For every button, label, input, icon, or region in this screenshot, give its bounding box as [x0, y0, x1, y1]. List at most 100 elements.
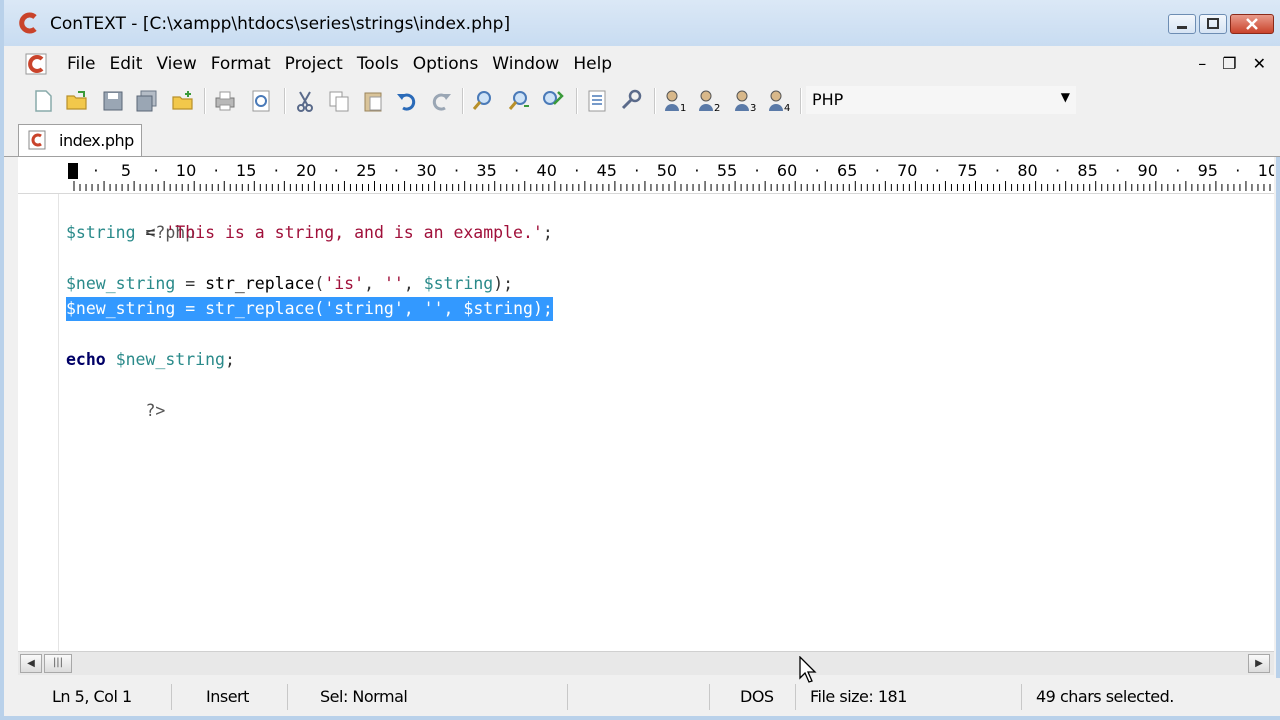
grip-icon: ||| [52, 657, 64, 668]
code-string: 'string' [324, 299, 404, 318]
arrow-right-icon: ▶ [1255, 658, 1263, 669]
minimize-icon [1177, 26, 1187, 29]
doc-close-button[interactable]: ✕ [1253, 54, 1266, 73]
find-icon[interactable] [470, 88, 496, 114]
ruler-label: 15 [236, 161, 257, 180]
ruler-dot: · [1055, 161, 1061, 180]
code-function: str_replace [205, 299, 315, 318]
open-file-icon[interactable] [64, 88, 90, 114]
menu-format[interactable]: Format [204, 52, 278, 76]
ruler-dot: · [574, 161, 580, 180]
ruler-dot: · [514, 161, 520, 180]
user-exec-2-icon[interactable]: 2 [696, 88, 722, 114]
ruler-dot: · [93, 161, 99, 180]
menu-view[interactable]: View [149, 52, 203, 76]
copy-icon[interactable] [326, 88, 352, 114]
ruler-dot: · [213, 161, 219, 180]
redo-icon[interactable] [428, 88, 454, 114]
code-string: '' [383, 273, 404, 293]
highlighter-select-value: PHP [812, 90, 844, 109]
ruler-label: 90 [1137, 161, 1158, 180]
ruler-label: 5 [120, 161, 132, 180]
ruler-cursor-marker [68, 163, 78, 179]
code-operator: = [135, 222, 166, 242]
maximize-button[interactable] [1199, 14, 1227, 34]
tools-icon[interactable] [618, 88, 644, 114]
user-exec-3-icon[interactable]: 3 [732, 88, 758, 114]
code-variable: $new_string [115, 350, 225, 369]
code-function: str_replace [205, 273, 315, 293]
highlighter-select[interactable]: PHP ▼ [806, 86, 1076, 114]
code-line-8: ?> [66, 373, 1266, 420]
close-button[interactable] [1230, 14, 1274, 34]
scroll-left-button[interactable]: ◀ [20, 654, 42, 673]
toolbar-separator [654, 88, 656, 114]
menu-tools[interactable]: Tools [350, 52, 406, 76]
print-icon[interactable] [212, 88, 238, 114]
ruler-dot: · [393, 161, 399, 180]
new-file-icon[interactable] [30, 88, 56, 114]
doc-restore-button[interactable]: ❐ [1222, 54, 1236, 73]
code-punctuation: ( [314, 299, 325, 318]
code-operator: = [175, 299, 206, 318]
code-line-5: $new_string = str_replace('string', '', … [66, 296, 1266, 322]
menu-edit[interactable]: Edit [102, 52, 149, 76]
file-list-icon[interactable] [584, 88, 610, 114]
code-variable: $new_string [66, 273, 176, 293]
minimize-button[interactable] [1168, 14, 1196, 34]
close-icon [1246, 18, 1258, 30]
ruler-dot: · [694, 161, 700, 180]
editor-pane[interactable]: 5 · 10 · 15 · 20 · 25 · 30 · 35 · 40 · 45 · 50 · 55 · 60 · 65 · 70… [18, 157, 1274, 651]
save-icon[interactable] [100, 88, 126, 114]
replace-icon[interactable] [540, 88, 566, 114]
code-punctuation: , [403, 299, 424, 318]
menu-window[interactable]: Window [485, 52, 566, 76]
scroll-right-button[interactable]: ▶ [1248, 654, 1270, 673]
title-bar[interactable]: ConTEXT - [C:\xampp\htdocs\series\string… [4, 0, 1280, 47]
menu-help[interactable]: Help [566, 52, 619, 76]
document-window-controls: – ❐ ✕ [1198, 54, 1266, 73]
code-variable: $string [423, 273, 494, 293]
ruler-dot: · [634, 161, 640, 180]
menu-items: File Edit View Format Project Tools Opti… [60, 52, 619, 76]
paste-icon[interactable] [360, 88, 386, 114]
code-punctuation: ); [532, 299, 553, 318]
column-ruler: 5 · 10 · 15 · 20 · 25 · 30 · 35 · 40 · 45 · 50 · 55 · 60 · 65 · 70… [18, 157, 1274, 194]
toolbar-separator [462, 88, 464, 114]
code-area[interactable]: <?php $string = 'This is a string, and i… [66, 194, 1266, 420]
code-string: 'This is a string, and is an example.' [165, 222, 543, 242]
ruler-label: 70 [897, 161, 918, 180]
ruler-dot: · [273, 161, 279, 180]
ruler-dot: · [1175, 161, 1181, 180]
code-line-1: <?php [66, 194, 1266, 242]
undo-icon[interactable] [394, 88, 420, 114]
ruler-dot: · [333, 161, 339, 180]
tab-index-php[interactable]: index.php [18, 124, 142, 156]
find-next-icon[interactable] [506, 88, 532, 114]
ruler-label: 20 [296, 161, 317, 180]
menu-options[interactable]: Options [406, 52, 486, 76]
ruler-label: 50 [656, 161, 678, 180]
status-line-endings: DOS [732, 684, 796, 710]
status-file-size: File size: 181 [802, 684, 1022, 710]
status-selection-info: 49 chars selected. [1036, 687, 1174, 706]
svg-text:1: 1 [680, 103, 686, 114]
print-preview-icon[interactable] [248, 88, 274, 114]
code-punctuation: , [364, 273, 384, 293]
code-punctuation: ( [314, 273, 325, 293]
menu-project[interactable]: Project [278, 52, 350, 76]
user-exec-4-icon[interactable]: 4 [766, 88, 792, 114]
app-window: ConTEXT - [C:\xampp\htdocs\series\string… [0, 0, 1280, 720]
open-folder-icon[interactable] [170, 88, 196, 114]
save-all-icon[interactable] [134, 88, 160, 114]
menu-file[interactable]: File [60, 52, 102, 76]
cut-icon[interactable] [292, 88, 318, 114]
user-exec-1-icon[interactable]: 1 [662, 88, 688, 114]
horizontal-scrollbar[interactable]: ◀ ||| ▶ [18, 651, 1274, 675]
scrollbar-thumb[interactable]: ||| [44, 654, 72, 673]
doc-minimize-button[interactable]: – [1198, 54, 1206, 73]
toolbar-separator [576, 88, 578, 114]
document-system-menu-icon[interactable] [24, 52, 48, 76]
svg-text:2: 2 [714, 103, 720, 114]
